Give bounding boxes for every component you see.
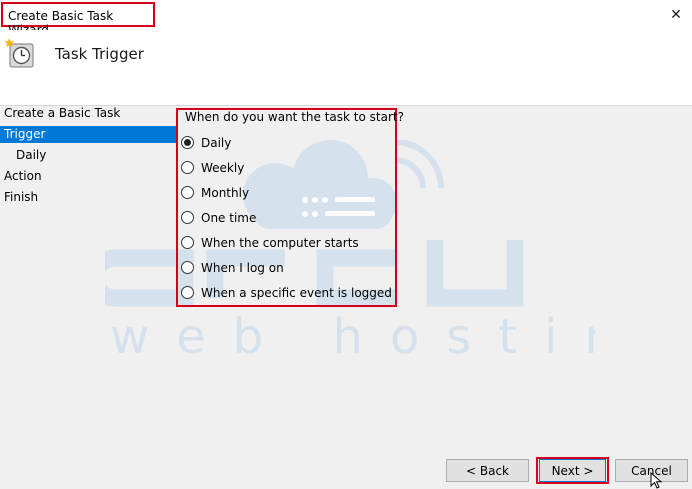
radio-option-daily[interactable]: Daily [181, 134, 231, 151]
radio-label: Monthly [201, 185, 250, 200]
radio-option-one-time[interactable]: One time [181, 209, 256, 226]
wizard-header: Task Trigger [0, 30, 692, 105]
watermark-tagline: web hosting [110, 309, 595, 365]
nav-step-trigger: Trigger [0, 126, 176, 143]
radio-label: When I log on [201, 260, 284, 275]
radio-label: When the computer starts [201, 235, 359, 250]
radio-button-selected[interactable] [181, 136, 194, 149]
page-title: Task Trigger [55, 45, 144, 63]
radio-button[interactable] [181, 286, 194, 299]
mouse-pointer-icon [650, 472, 663, 489]
radio-label: Daily [201, 135, 232, 150]
nav-step-finish: Finish [4, 190, 39, 204]
radio-button[interactable] [181, 211, 194, 224]
radio-option-log-on[interactable]: When I log on [181, 259, 284, 276]
radio-option-weekly[interactable]: Weekly [181, 159, 244, 176]
title-bar: Create Basic Task Wizard ✕ [0, 0, 692, 37]
radio-button[interactable] [181, 161, 194, 174]
radio-label: When a specific event is logged [201, 285, 392, 300]
radio-label: One time [201, 210, 257, 225]
close-icon: ✕ [670, 7, 682, 23]
task-scheduler-clock-icon [4, 38, 34, 68]
nav-step-action: Action [4, 169, 42, 183]
radio-button[interactable] [181, 236, 194, 249]
nav-step-daily: Daily [16, 148, 47, 162]
radio-button[interactable] [181, 186, 194, 199]
close-button[interactable]: ✕ [662, 4, 690, 26]
radio-option-monthly[interactable]: Monthly [181, 184, 249, 201]
window-title: Create Basic Task Wizard [1, 2, 155, 37]
trigger-question: When do you want the task to start? [185, 110, 404, 124]
back-button[interactable]: < Back [446, 459, 529, 482]
radio-label: Weekly [201, 160, 245, 175]
radio-option-specific-event[interactable]: When a specific event is logged [181, 284, 392, 301]
radio-button[interactable] [181, 261, 194, 274]
nav-step-create-basic-task: Create a Basic Task [4, 106, 121, 120]
next-button[interactable]: Next > [539, 459, 606, 482]
radio-option-computer-starts[interactable]: When the computer starts [181, 234, 359, 251]
